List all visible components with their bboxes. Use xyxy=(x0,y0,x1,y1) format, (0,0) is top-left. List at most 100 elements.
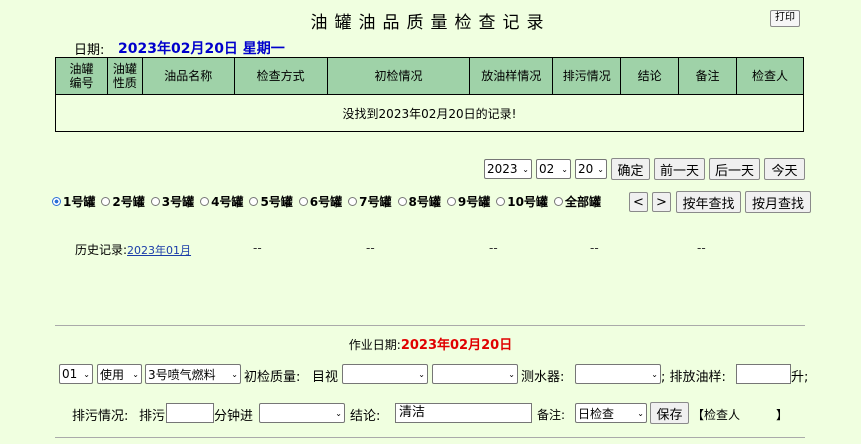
records-table: 油罐 编号 油罐 性质 油品名称 检查方式 初检情况 放油样情况 排污情况 结论… xyxy=(55,57,804,132)
today-button[interactable]: 今天 xyxy=(764,158,805,180)
col-conclusion: 结论 xyxy=(620,57,680,95)
print-button[interactable]: 打印 xyxy=(770,10,800,27)
tank-no-select[interactable]: 01 ⌄ xyxy=(59,364,93,384)
tank-radio-label: 5号罐 xyxy=(260,195,293,209)
history-link[interactable]: 2023年01月 xyxy=(127,244,191,257)
chevron-down-icon: ⌄ xyxy=(418,369,425,379)
month-select[interactable]: 02 ⌄ xyxy=(536,159,571,179)
confirm-button[interactable]: 确定 xyxy=(611,158,650,180)
visual-select-1[interactable]: ⌄ xyxy=(342,364,428,384)
water-meter-select[interactable]: ⌄ xyxy=(575,364,661,384)
radio-icon xyxy=(298,197,308,206)
col-sample-drain: 放油样情况 xyxy=(469,57,554,95)
conclusion-input[interactable]: 清洁 xyxy=(395,403,532,423)
col-tank-nature: 油罐 性质 xyxy=(106,57,143,95)
tank-radio-label: 3号罐 xyxy=(161,195,195,209)
tank-radio-label: 8号罐 xyxy=(408,195,441,209)
tank-radio-2[interactable]: 2号罐 xyxy=(101,193,145,210)
initial-quality-label: 初检质量: xyxy=(244,370,301,385)
search-by-month-button[interactable]: 按月查找 xyxy=(745,191,811,213)
product-select[interactable]: 3号喷气燃料 ⌄ xyxy=(145,364,241,384)
tank-radio-label: 全部罐 xyxy=(564,195,601,209)
water-meter-label: 测水器: xyxy=(521,370,565,385)
tank-radio-4[interactable]: 4号罐 xyxy=(200,193,243,210)
tank-radio-7[interactable]: 7号罐 xyxy=(348,193,392,210)
radio-checked-icon xyxy=(52,197,61,206)
radio-icon xyxy=(553,197,563,206)
table-row: 没找到2023年02月20日的记录! xyxy=(55,94,804,132)
next-day-button[interactable]: 后一天 xyxy=(709,158,760,180)
visual-select-2[interactable]: ⌄ xyxy=(432,364,518,384)
col-tank-no: 油罐 编号 xyxy=(55,57,108,95)
radio-icon xyxy=(150,197,160,206)
radio-icon xyxy=(249,197,259,206)
tank-radio-label: 10号罐 xyxy=(507,195,548,209)
history-dash: -- xyxy=(697,241,706,255)
usage-select[interactable]: 使用 ⌄ xyxy=(97,364,142,384)
empty-message: 没找到2023年02月20日的记录! xyxy=(55,94,804,132)
remark-select[interactable]: 日检查 ⌄ xyxy=(575,403,647,423)
tank-radio-5[interactable]: 5号罐 xyxy=(249,193,293,210)
drain-select[interactable]: ⌄ xyxy=(259,403,345,423)
divider xyxy=(55,437,805,438)
inspector-close: 】 xyxy=(776,408,789,422)
tank-radio-label: 1号罐 xyxy=(63,195,96,209)
chevron-down-icon: ⌄ xyxy=(335,408,342,418)
chevron-down-icon: ⌄ xyxy=(637,408,644,418)
day-select-value: 20 xyxy=(578,162,594,176)
visual-label: 目视 xyxy=(312,370,339,385)
chevron-down-icon: ⌄ xyxy=(522,164,529,174)
radio-icon xyxy=(101,197,111,206)
save-button[interactable]: 保存 xyxy=(650,402,689,424)
sample-input[interactable] xyxy=(736,364,791,384)
tank-radio-9[interactable]: 9号罐 xyxy=(446,193,491,210)
remark-value: 日检查 xyxy=(578,406,615,421)
month-select-value: 02 xyxy=(539,162,555,176)
tank-radio-all[interactable]: 全部罐 xyxy=(553,193,601,210)
remark-label: 备注: xyxy=(537,408,566,422)
radio-icon xyxy=(496,197,506,206)
tank-radio-6[interactable]: 6号罐 xyxy=(298,193,342,210)
tank-radio-3[interactable]: 3号罐 xyxy=(150,193,195,210)
tank-radio-10[interactable]: 10号罐 xyxy=(496,193,548,210)
chevron-down-icon: ⌄ xyxy=(651,369,658,379)
usage-value: 使用 xyxy=(100,367,125,382)
work-date-value: 2023年02月20日 xyxy=(400,338,513,353)
work-date: 作业日期:2023年02月20日 xyxy=(0,334,861,353)
prev-tank-button[interactable]: < xyxy=(629,192,648,212)
prev-day-button[interactable]: 前一天 xyxy=(654,158,705,180)
search-by-year-button[interactable]: 按年查找 xyxy=(676,191,741,213)
tank-radio-8[interactable]: 8号罐 xyxy=(397,193,441,210)
day-select[interactable]: 20 ⌄ xyxy=(575,159,607,179)
history-dash: -- xyxy=(366,241,375,255)
history-row: 历史记录:2023年01月 xyxy=(75,241,191,258)
page-title: 油罐油品质量检查记录 xyxy=(310,13,551,33)
history-label: 历史记录: xyxy=(75,243,128,257)
drain-prefix: 排污 xyxy=(139,409,166,424)
tank-radio-label: 7号罐 xyxy=(359,195,392,209)
col-sewage-drain: 排污情况 xyxy=(552,57,622,95)
chevron-down-icon: ⌄ xyxy=(561,164,568,174)
history-dash: -- xyxy=(489,241,498,255)
tank-radio-label: 9号罐 xyxy=(457,195,491,209)
next-tank-button[interactable]: > xyxy=(652,192,671,212)
tank-radio-1[interactable]: 1号罐 xyxy=(52,193,95,210)
tank-no-value: 01 xyxy=(62,367,78,381)
chevron-down-icon: ⌄ xyxy=(597,164,604,174)
col-inspector: 检查人 xyxy=(736,57,804,95)
col-initial-check: 初检情况 xyxy=(326,57,471,95)
table-header-row: 油罐 编号 油罐 性质 油品名称 检查方式 初检情况 放油样情况 排污情况 结论… xyxy=(55,57,804,95)
drain-label: 排污情况: xyxy=(72,409,129,424)
sample-label: ; 排放油样: xyxy=(661,370,726,385)
sample-unit: 升; xyxy=(791,370,809,385)
col-tank-no-label: 油罐 编号 xyxy=(69,62,94,90)
conclusion-label: 结论: xyxy=(350,409,381,424)
tank-radio-label: 4号罐 xyxy=(211,195,244,209)
radio-icon xyxy=(348,197,358,206)
date-value: 2023年02月20日 星期一 xyxy=(118,41,285,57)
col-product-name: 油品名称 xyxy=(141,57,235,95)
date-label: 日期: xyxy=(74,43,105,58)
year-select[interactable]: 2023 ⌄ xyxy=(484,159,532,179)
drain-minutes-input[interactable] xyxy=(166,403,214,423)
chevron-down-icon: ⌄ xyxy=(83,369,90,379)
